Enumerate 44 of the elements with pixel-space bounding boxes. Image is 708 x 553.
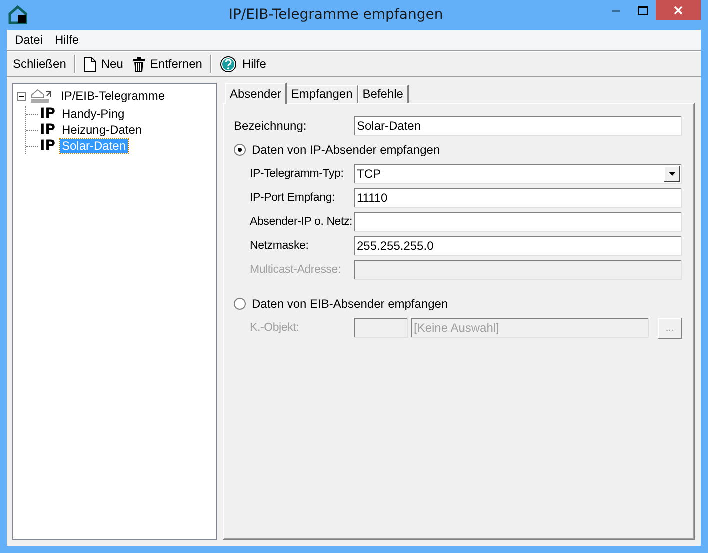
- toolbar-button[interactable]: Entfernen: [129, 54, 206, 74]
- tree-item[interactable]: IP/EIB-Telegramme: [59, 89, 168, 103]
- field-label: Netzmaske:: [250, 240, 310, 252]
- tab[interactable]: Absender: [225, 83, 288, 104]
- ip-icon: IP: [40, 122, 59, 138]
- radio-label: Daten von IP-Absender empfangen: [252, 143, 440, 157]
- expander-icon[interactable]: [17, 92, 26, 100]
- field-label: Absender-IP o. Netz:: [250, 216, 354, 228]
- tab[interactable]: Befehle: [358, 85, 410, 103]
- house-icon: [8, 5, 28, 25]
- ip-icon: IP: [40, 138, 59, 154]
- toolbar-button[interactable]: Schließen: [9, 55, 70, 73]
- caret-down-icon: [668, 172, 676, 176]
- field-label: Multicast-Adresse:: [250, 264, 342, 276]
- menu-item[interactable]: Hilfe: [49, 33, 86, 47]
- document-icon: [84, 56, 96, 72]
- toolbar-button[interactable]: Hilfe: [216, 54, 270, 74]
- field-label: Bezeichnung:: [234, 119, 308, 133]
- window-title: IP/EIB-Telegramme empfangen: [228, 7, 444, 23]
- field-label: K.-Objekt:: [250, 322, 300, 334]
- input-field[interactable]: [354, 212, 682, 232]
- tree-item[interactable]: Handy-Ping: [60, 107, 127, 121]
- toolbar-button[interactable]: Neu: [80, 54, 128, 74]
- menu-item[interactable]: Datei: [9, 33, 50, 47]
- dropdown-value: TCP: [357, 167, 381, 181]
- input-field[interactable]: [354, 318, 408, 338]
- input-field[interactable]: [354, 260, 682, 280]
- close-icon: [674, 6, 683, 14]
- trash-can-icon: [133, 56, 146, 72]
- radio-button[interactable]: [234, 298, 246, 310]
- tree-item[interactable]: Heizung-Daten: [60, 123, 144, 137]
- radio-button[interactable]: [234, 144, 246, 156]
- radio-label: Daten von EIB-Absender empfangen: [252, 297, 448, 311]
- input-field[interactable]: 255.255.255.0: [354, 236, 682, 256]
- tab[interactable]: Empfangen: [286, 85, 359, 103]
- field-label: IP-Port Empfang:: [250, 192, 336, 204]
- input-field[interactable]: 11110: [354, 188, 682, 208]
- input-field[interactable]: Solar-Daten: [354, 116, 682, 136]
- help-icon: [220, 56, 238, 72]
- ip-icon: IP: [40, 106, 59, 122]
- maximize-icon: [638, 6, 648, 14]
- dropdown[interactable]: TCP: [354, 164, 682, 184]
- field-label: IP-Telegramm-Typ:: [250, 168, 345, 180]
- close-button[interactable]: [656, 0, 701, 20]
